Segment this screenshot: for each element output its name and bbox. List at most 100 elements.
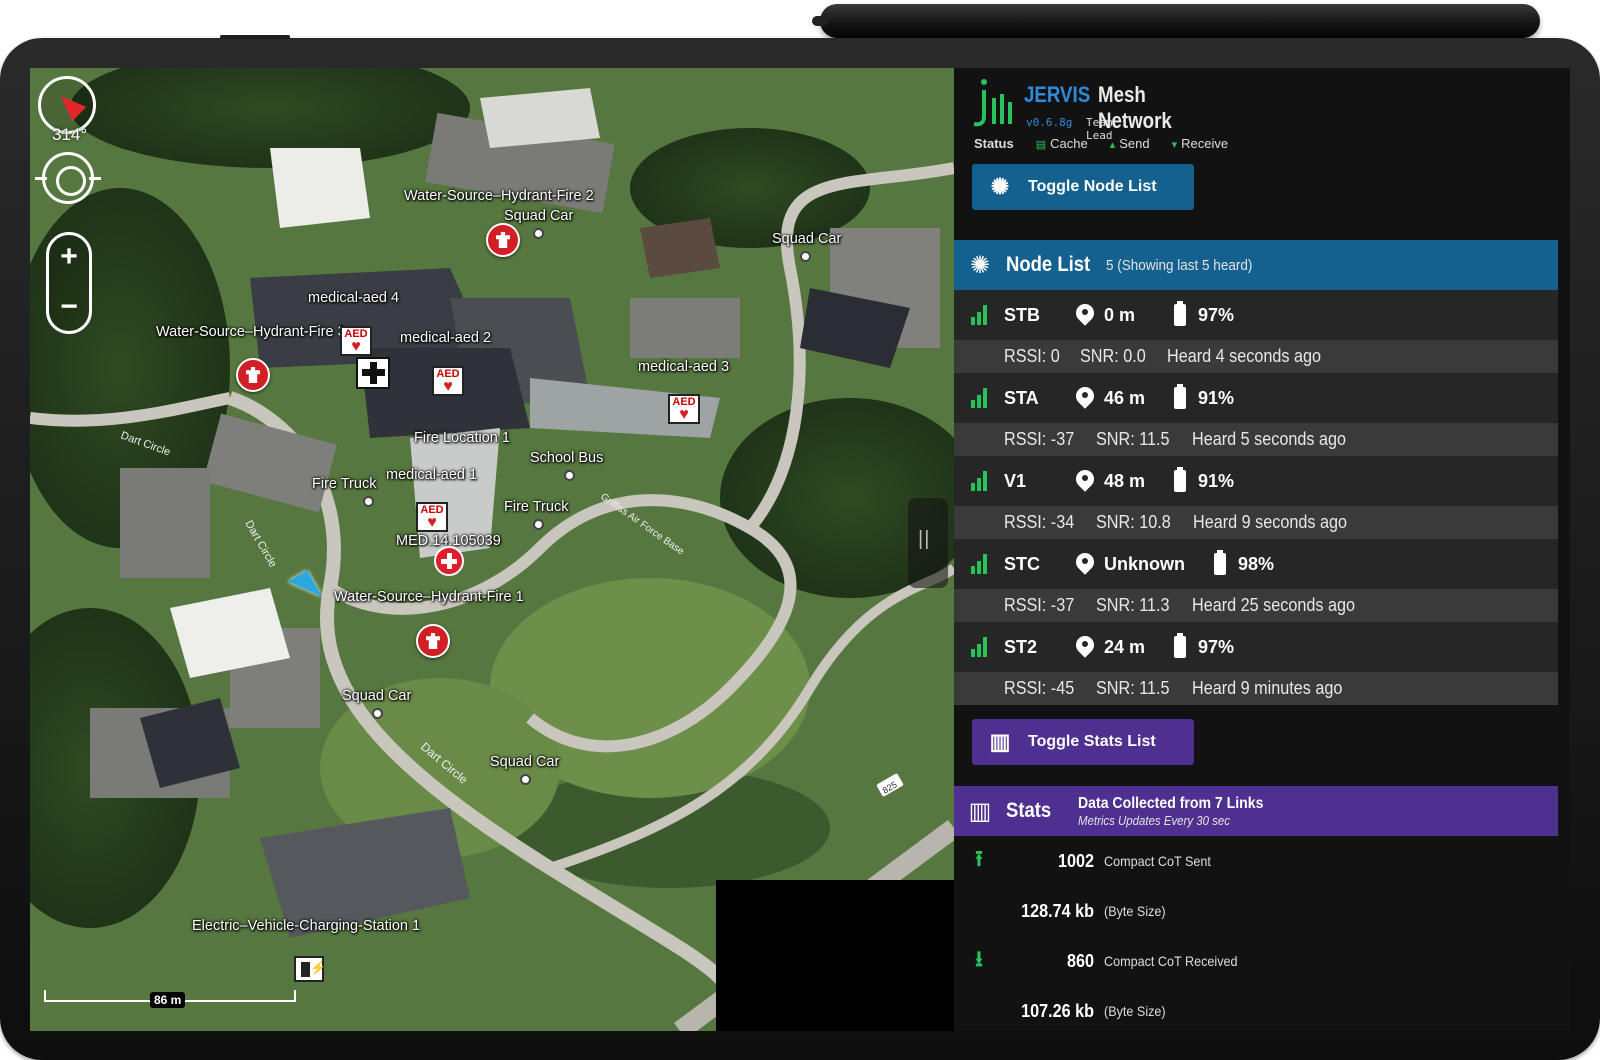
map-label[interactable]: medical-aed 2	[400, 330, 491, 346]
zoom-in-button[interactable]: +	[49, 235, 89, 281]
fire-truck-marker[interactable]	[533, 519, 544, 530]
node-heard: Heard 9 seconds ago	[1193, 512, 1348, 532]
map-label[interactable]: Water-Source–Hydrant-Fire 1	[334, 589, 524, 605]
battery-icon	[1174, 384, 1186, 409]
node-battery: 97%	[1198, 636, 1235, 657]
toggle-stats-list-button[interactable]: ▥ Toggle Stats List	[972, 719, 1194, 765]
school-bus-marker[interactable]	[564, 470, 575, 481]
node-snr: SNR: 11.3	[1096, 595, 1170, 615]
receive-indicator[interactable]: ▾ Receive	[1172, 136, 1229, 151]
app-version: v0.6.8g	[1026, 116, 1073, 129]
battery-icon	[1174, 633, 1186, 658]
node-row[interactable]: STC Unknown 98%	[954, 539, 1558, 589]
map-label[interactable]: medical-aed 3	[638, 359, 729, 375]
stylus-pen	[812, 4, 1540, 38]
map-label[interactable]: medical-aed 1	[386, 467, 477, 483]
battery-icon	[1174, 301, 1186, 326]
cache-label: Cache	[1050, 136, 1088, 151]
node-list: STB 0 m 97% RSSI: 0 SNR: 0.0 Heard 4 seconds …	[954, 290, 1558, 705]
node-rssi: RSSI: -34	[1004, 512, 1075, 532]
node-id: STA	[1004, 387, 1039, 408]
stats-list: ⭱ 1002 Compact CoT Sent 128.74 kb (Byte …	[954, 836, 1558, 1031]
squad-car-marker[interactable]	[533, 228, 544, 239]
node-id: STC	[1004, 553, 1040, 574]
scale-label: 86 m	[150, 992, 186, 1008]
map-label[interactable]: Squad Car	[504, 208, 573, 224]
node-snr: SNR: 0.0	[1080, 346, 1146, 366]
node-row[interactable]: STA 46 m 91%	[954, 373, 1558, 423]
node-row[interactable]: STB 0 m 97%	[954, 290, 1558, 340]
map-label[interactable]: medical-aed 4	[308, 290, 399, 306]
stat-description: (Byte Size)	[1104, 903, 1166, 919]
heart-icon: ♥	[427, 514, 437, 531]
squad-car-marker[interactable]	[800, 251, 811, 262]
map-label[interactable]: School Bus	[530, 450, 603, 466]
hydrant-marker-1[interactable]	[416, 624, 450, 658]
map-label[interactable]: Squad Car	[772, 231, 841, 247]
map-label[interactable]: Squad Car	[342, 688, 411, 704]
node-list-title: Node List	[1006, 253, 1091, 276]
ev-charging-icon[interactable]	[294, 956, 326, 982]
arrow-down-icon: ▾	[1171, 139, 1178, 151]
node-heard: Heard 5 seconds ago	[1191, 429, 1346, 449]
hydrant-marker-2[interactable]	[486, 223, 520, 257]
node-distance: 0 m	[1104, 304, 1136, 325]
map-label[interactable]: Fire Truck	[312, 476, 376, 492]
stat-row: 107.26 kb (Byte Size)	[954, 986, 1558, 1031]
map-label[interactable]: Fire Truck	[504, 499, 568, 515]
network-nodes-icon: ✺	[990, 174, 1010, 199]
signal-strength-icon	[954, 388, 1004, 408]
bar-chart-icon: ▥	[989, 729, 1011, 754]
nurse-marker[interactable]	[356, 357, 390, 389]
send-indicator[interactable]: ▴ Send	[1110, 136, 1150, 151]
node-battery: 98%	[1238, 553, 1275, 574]
zoom-control: + −	[46, 232, 92, 334]
stats-header: ▥ Stats Data Collected from 7 Links Metr…	[954, 786, 1558, 836]
node-battery: 91%	[1198, 470, 1235, 491]
node-snr: SNR: 10.8	[1096, 512, 1171, 532]
cache-indicator[interactable]: ▤ Cache	[1036, 136, 1088, 151]
toggle-stats-list-label: Toggle Stats List	[1028, 733, 1156, 750]
map-label[interactable]: Water-Source–Hydrant-Fire 3	[156, 324, 346, 340]
node-row[interactable]: V1 48 m 91%	[954, 456, 1558, 506]
stat-description: Compact CoT Sent	[1104, 853, 1211, 869]
map-view[interactable]: Dart Circle Dart Circle Dart Circle Grif…	[30, 68, 954, 1031]
upload-icon: ⭱	[975, 846, 983, 871]
fire-truck-marker[interactable]	[363, 496, 374, 507]
node-metrics-row: RSSI: -37 SNR: 11.5 Heard 5 seconds ago	[954, 423, 1558, 456]
toggle-node-list-label: Toggle Node List	[1028, 178, 1157, 195]
map-label[interactable]: Squad Car	[490, 754, 559, 770]
locate-me-button[interactable]	[35, 152, 101, 204]
aed-marker-4[interactable]: AED ♥	[340, 326, 372, 356]
map-label[interactable]: Water-Source–Hydrant-Fire 2	[404, 188, 594, 204]
location-pin-icon	[1076, 636, 1094, 658]
aed-marker-3[interactable]: AED ♥	[668, 394, 700, 424]
stat-description: Compact CoT Received	[1104, 953, 1238, 969]
location-pin-icon	[1076, 304, 1094, 326]
node-distance: 48 m	[1104, 470, 1146, 491]
stat-value: 107.26 kb	[1021, 1000, 1094, 1021]
aed-marker-2[interactable]: AED ♥	[432, 366, 464, 396]
stat-description: (Byte Size)	[1104, 1003, 1166, 1019]
aed-marker-1[interactable]: AED ♥	[416, 502, 448, 532]
squad-car-marker[interactable]	[520, 774, 531, 785]
panel-resize-handle[interactable]	[908, 498, 948, 588]
medical-cross-marker[interactable]	[434, 546, 464, 576]
node-metrics-row: RSSI: -45 SNR: 11.5 Heard 9 minutes ago	[954, 672, 1558, 705]
app-screen: Dart Circle Dart Circle Dart Circle Grif…	[30, 68, 1570, 1031]
node-battery: 97%	[1198, 304, 1235, 325]
location-pin-icon	[1076, 387, 1094, 409]
node-id: V1	[1004, 470, 1027, 491]
stats-update-note: Metrics Updates Every 30 sec	[1078, 812, 1230, 828]
map-label[interactable]: Fire Location 1	[414, 430, 510, 446]
hydrant-marker-3[interactable]	[236, 358, 270, 392]
node-snr: SNR: 11.5	[1096, 429, 1170, 449]
node-row[interactable]: ST2 24 m 97%	[954, 622, 1558, 672]
node-metrics-row: RSSI: -37 SNR: 11.3 Heard 25 seconds ago	[954, 589, 1558, 622]
brand-name-primary: JERVIS	[1024, 82, 1091, 107]
stats-subtitle: Data Collected from 7 Links	[1078, 794, 1264, 812]
zoom-out-button[interactable]: −	[49, 285, 89, 331]
squad-car-marker[interactable]	[372, 708, 383, 719]
toggle-node-list-button[interactable]: ✺ Toggle Node List	[972, 164, 1194, 210]
map-label[interactable]: Electric–Vehicle-Charging-Station 1	[192, 918, 420, 934]
